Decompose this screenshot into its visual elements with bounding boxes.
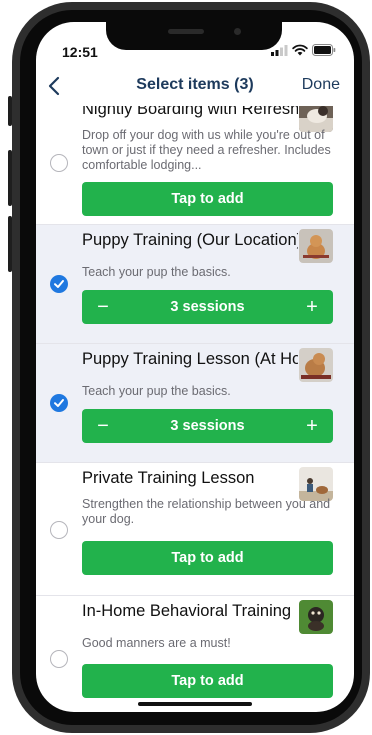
quantity-stepper: − 3 sessions + (82, 290, 333, 324)
wifi-icon (292, 44, 308, 56)
checkmark-icon (54, 280, 64, 288)
tap-to-add-button[interactable]: Tap to add (82, 541, 333, 575)
item-description: Teach your pup the basics. (82, 384, 231, 398)
front-camera (234, 28, 241, 35)
list-item[interactable]: Private Training Lesson Strengthen the r… (36, 463, 354, 596)
item-title: Nightly Boarding with Refresher (82, 106, 298, 118)
select-radio[interactable] (50, 154, 68, 172)
status-icons (271, 44, 336, 56)
done-button[interactable]: Done (302, 76, 340, 94)
volume-down-button (8, 216, 12, 272)
mute-switch (8, 96, 12, 126)
list-item[interactable]: Puppy Training (Our Location) Teach your… (36, 225, 354, 344)
list-item[interactable]: In-Home Behavioral Training Good manners… (36, 596, 354, 712)
checkmark-icon (54, 399, 64, 407)
item-title: Puppy Training (Our Location) (82, 231, 298, 249)
volume-up-button (8, 150, 12, 206)
navigation-bar: Select items (3) Done (36, 66, 354, 106)
decrement-button[interactable]: − (86, 290, 120, 324)
tap-to-add-button[interactable]: Tap to add (82, 182, 333, 216)
items-list: Nightly Boarding with Refresher Drop off… (36, 106, 354, 712)
item-title: In-Home Behavioral Training (82, 602, 292, 620)
battery-icon (312, 44, 336, 56)
dog-grass-photo-icon (299, 600, 333, 634)
item-thumbnail (299, 467, 333, 501)
app-screen: 12:51 Select items (3) Done Nightly Boar… (36, 22, 354, 712)
select-radio[interactable] (50, 650, 68, 668)
list-item[interactable]: Puppy Training Lesson (At Home) Teach yo… (36, 344, 354, 463)
increment-button[interactable]: + (295, 409, 329, 443)
puppy-photo-icon (299, 229, 333, 263)
trainer-photo-icon (299, 467, 333, 501)
item-thumbnail (299, 600, 333, 634)
item-thumbnail (299, 229, 333, 263)
quantity-stepper: − 3 sessions + (82, 409, 333, 443)
quantity-label: 3 sessions (170, 418, 245, 434)
item-thumbnail (299, 348, 333, 382)
item-description: Teach your pup the basics. (82, 265, 231, 279)
item-title: Private Training Lesson (82, 469, 255, 487)
select-radio[interactable] (50, 521, 68, 539)
home-indicator[interactable] (138, 702, 252, 706)
item-description: Drop off your dog with us while you're o… (82, 128, 331, 172)
select-radio-checked[interactable] (50, 394, 68, 412)
speaker-grille (168, 29, 204, 34)
item-title: Puppy Training Lesson (At Home) (82, 350, 298, 368)
tap-to-add-button[interactable]: Tap to add (82, 664, 333, 698)
status-time: 12:51 (62, 44, 98, 60)
list-item[interactable]: Nightly Boarding with Refresher Drop off… (36, 106, 354, 225)
decrement-button[interactable]: − (86, 409, 120, 443)
item-description: Strengthen the relationship between you … (82, 497, 331, 526)
quantity-label: 3 sessions (170, 299, 245, 315)
select-radio-checked[interactable] (50, 275, 68, 293)
increment-button[interactable]: + (295, 290, 329, 324)
puppy-photo-icon (299, 348, 333, 382)
notch (106, 22, 282, 50)
item-description: Good manners are a must! (82, 636, 231, 650)
